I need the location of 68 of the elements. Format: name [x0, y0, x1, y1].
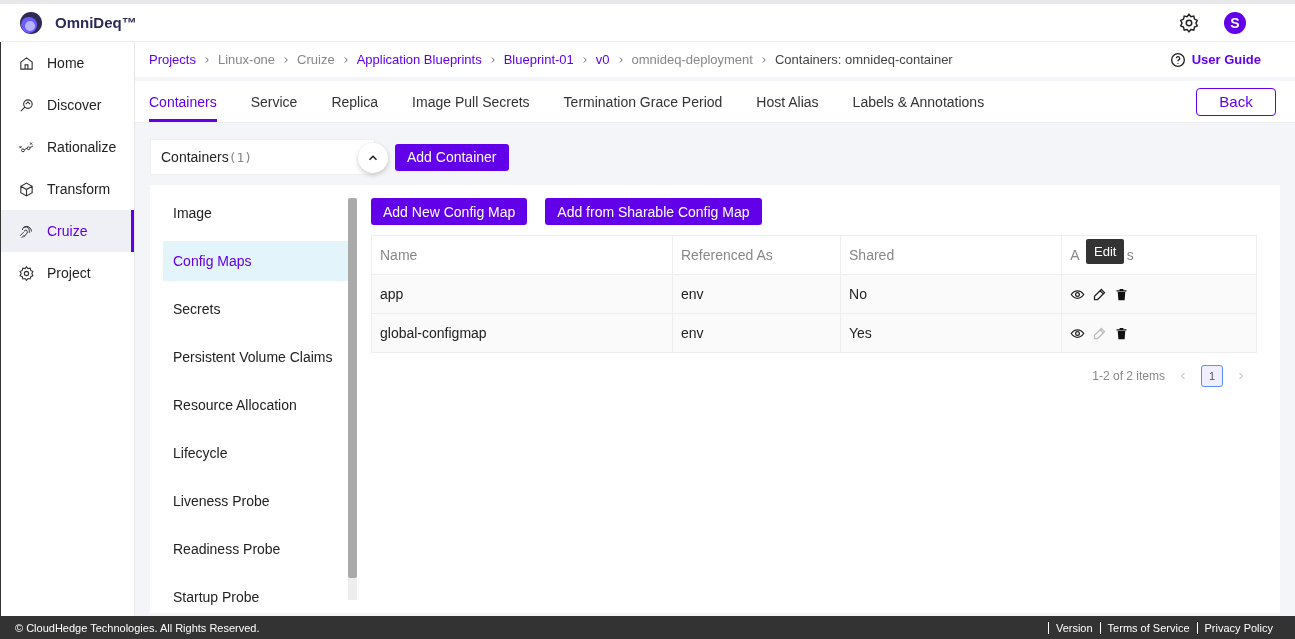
trash-icon[interactable]	[1114, 325, 1130, 341]
tab[interactable]: Containers	[149, 81, 217, 122]
column-header: Referenced As	[672, 235, 841, 275]
section-menu-item[interactable]: Resource Allocation	[163, 385, 348, 425]
footer-link[interactable]: Version	[1047, 621, 1100, 634]
user-guide-link[interactable]: User Guide	[1191, 52, 1261, 67]
breadcrumb-item: Cruize	[297, 52, 335, 67]
section-menu-item[interactable]: Lifecycle	[163, 433, 348, 473]
tab[interactable]: Image Pull Secrets	[412, 81, 530, 122]
breadcrumb-item: Linux-one	[217, 52, 276, 67]
logo-icon	[19, 10, 43, 35]
tab[interactable]: Replica	[331, 81, 379, 122]
column-header: A	[1070, 247, 1080, 263]
tab[interactable]: Host Alias	[756, 81, 819, 122]
breadcrumb-link[interactable]: Blueprint-01	[503, 52, 574, 67]
add-config-map-button[interactable]: Add from Sharable Config Map	[545, 198, 762, 225]
sidebar-item[interactable]: Discover	[1, 84, 134, 126]
table-cell: env	[672, 274, 841, 314]
tab[interactable]: Labels & Annotations	[852, 81, 985, 122]
breadcrumb-link[interactable]: Application Blueprints	[356, 52, 482, 67]
section-menu-item[interactable]: Startup Probe	[163, 577, 348, 613]
containers-title: Containers	[161, 149, 229, 165]
add-config-map-button[interactable]: Add New Config Map	[371, 198, 528, 225]
brand-name: OmniDeq™	[55, 14, 138, 31]
section-menu-item[interactable]: Persistent Volume Claims	[163, 337, 348, 377]
tooltip: Edit	[1086, 239, 1125, 264]
footer-link[interactable]: Privacy Policy	[1196, 621, 1280, 634]
help-icon	[1169, 51, 1186, 68]
table-cell: global-configmap	[371, 313, 673, 353]
back-button[interactable]: Back	[1196, 87, 1276, 116]
table-cell: No	[840, 274, 1062, 314]
magnifier-icon	[18, 96, 35, 114]
sidebar-item[interactable]: Project	[1, 252, 134, 294]
breadcrumb-item: Containers: omnideq-container	[774, 52, 953, 67]
section-menu-item[interactable]: Image	[163, 193, 348, 233]
column-header: Name	[371, 235, 673, 275]
section-menu-item[interactable]: Readiness Probe	[163, 529, 348, 569]
tab[interactable]: Service	[250, 81, 298, 122]
gear-icon	[18, 264, 35, 282]
pencil-icon[interactable]	[1092, 286, 1108, 302]
home-icon	[18, 54, 35, 72]
breadcrumb-item: omnideq-deployment	[631, 52, 753, 67]
column-header: s	[1126, 247, 1134, 263]
table-cell: env	[672, 313, 841, 353]
container-count: (1)	[228, 149, 253, 165]
table-cell: app	[371, 274, 673, 314]
user-avatar[interactable]: S	[1224, 11, 1246, 34]
sidebar-item[interactable]: Rationalize	[1, 126, 134, 168]
sidebar-item[interactable]: Home	[1, 42, 134, 84]
breadcrumb-link[interactable]: Projects	[149, 52, 196, 67]
sidebar-item[interactable]: Cruize	[1, 210, 134, 252]
scrollbar[interactable]	[348, 198, 357, 600]
trash-icon[interactable]	[1114, 286, 1130, 302]
footer-link[interactable]: Terms of Service	[1099, 621, 1197, 634]
tab[interactable]: Termination Grace Period	[563, 81, 723, 122]
breadcrumb-link[interactable]: v0	[595, 52, 610, 67]
copyright-text: © CloudHedge Technologies. All Rights Reserved.	[15, 621, 261, 634]
settings-icon[interactable]	[1178, 11, 1200, 34]
pagination-summary: 1-2 of 2 items	[1092, 369, 1165, 383]
section-menu-item[interactable]: Config Maps	[163, 241, 348, 281]
table-cell: Yes	[840, 313, 1062, 353]
add-container-button[interactable]: Add Container	[395, 143, 509, 171]
sidebar-item[interactable]: Transform	[1, 168, 134, 210]
page-button[interactable]: 1	[1201, 365, 1223, 387]
section-menu-item[interactable]: Secrets	[163, 289, 348, 329]
section-menu-item[interactable]: Liveness Probe	[163, 481, 348, 521]
column-header: Shared	[840, 235, 1062, 275]
cube-icon	[18, 180, 35, 198]
